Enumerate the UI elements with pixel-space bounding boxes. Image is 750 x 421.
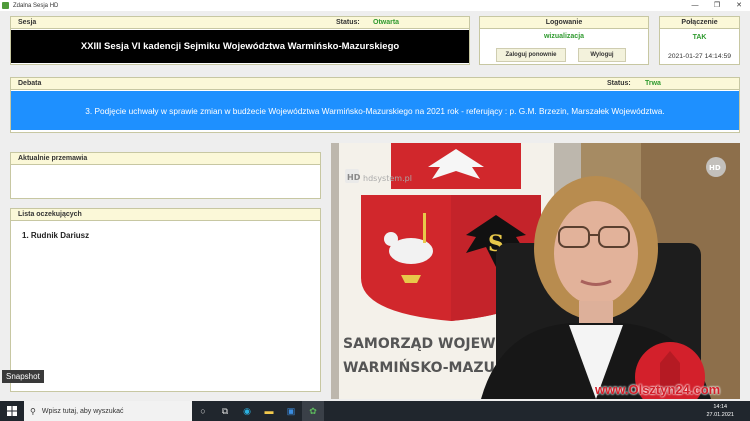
- minimize-button[interactable]: —: [684, 0, 706, 11]
- taskbar-clock[interactable]: 14:14 27.01.2021: [706, 403, 734, 419]
- clock-time: 14:14: [713, 404, 728, 410]
- close-button[interactable]: ✕: [728, 0, 750, 11]
- start-button[interactable]: [0, 401, 24, 421]
- polaczenie-header: Połączenie: [660, 17, 739, 29]
- logowanie-panel: Logowanie wizualizacja Zaloguj ponownie …: [479, 16, 649, 65]
- zdalna-sesja-icon[interactable]: ✿: [302, 401, 324, 421]
- debata-topic: 3. Podjęcie uchwały w sprawie zmian w bu…: [11, 91, 739, 130]
- search-icon: ⚲: [30, 406, 36, 416]
- video-corner-badge: HD: [709, 164, 721, 172]
- lista-panel: Lista oczekujących 1. Rudnik Dariusz: [10, 208, 321, 392]
- sesja-header: Sesja Status: Otwarta: [11, 17, 469, 29]
- taskbar-search[interactable]: ⚲ Wpisz tutaj, aby wyszukać: [24, 401, 192, 421]
- file-explorer-icon[interactable]: ▬: [258, 401, 280, 421]
- task-view-icon[interactable]: ⧉: [214, 401, 236, 421]
- window-title: Zdalna Sesja HD: [13, 2, 59, 9]
- app-main: Sesja Status: Otwarta XXIII Sesja VI kad…: [0, 11, 750, 401]
- debata-panel: Debata Status: Trwa 3. Podjęcie uchwały …: [10, 77, 740, 133]
- banner-text-2: WARMIŃSKO-MAZUR: [343, 358, 506, 376]
- debata-header: Debata Status: Trwa: [11, 78, 739, 90]
- sesja-label: Sesja: [18, 19, 37, 26]
- debata-label: Debata: [18, 80, 42, 87]
- edge-icon[interactable]: ◉: [236, 401, 258, 421]
- banner-text-1: SAMORZĄD WOJEWÓ: [343, 334, 508, 352]
- clock-date: 27.01.2021: [706, 412, 734, 418]
- sesja-panel: Sesja Status: Otwarta XXIII Sesja VI kad…: [10, 16, 470, 65]
- svg-text:HD: HD: [347, 173, 361, 182]
- debata-status-value: Trwa: [645, 80, 661, 87]
- sesja-title: XXIII Sesja VI kadencji Sejmiku Wojewódz…: [11, 30, 469, 63]
- olsztyn24-watermark: www.Olsztyn24.com: [595, 382, 721, 397]
- video-feed: S SAMORZĄD WOJEWÓ WARMIŃSKO-MAZUR HD hds…: [331, 143, 740, 399]
- debata-status-label: Status:: [607, 80, 631, 87]
- relogin-button[interactable]: Zaloguj ponownie: [496, 48, 566, 62]
- sesja-status-value: Otwarta: [373, 19, 400, 26]
- sesja-status-label: Status:: [336, 19, 360, 26]
- app-icon: [2, 2, 9, 9]
- polaczenie-datetime: 2021-01-27 14:14:59: [667, 53, 732, 60]
- maximize-button[interactable]: ❐: [706, 0, 728, 11]
- logowanie-mode: wizualizacja: [543, 33, 585, 40]
- aktualnie-panel: Aktualnie przemawia: [10, 152, 321, 199]
- taskbar: ⚲ Wpisz tutaj, aby wyszukać ○ ⧉ ◉ ▬ ▣ ✿ …: [0, 401, 750, 421]
- search-placeholder: Wpisz tutaj, aby wyszukać: [41, 407, 124, 415]
- cortana-icon[interactable]: ○: [192, 401, 214, 421]
- lista-header: Lista oczekujących: [11, 209, 320, 221]
- window-titlebar: Zdalna Sesja HD — ❐ ✕: [0, 0, 750, 11]
- polaczenie-panel: Połączenie TAK 2021-01-27 14:14:59: [659, 16, 740, 65]
- windows-icon: [7, 406, 17, 416]
- snapshot-label[interactable]: Snapshot: [2, 370, 44, 383]
- logout-button[interactable]: Wyloguj: [578, 48, 626, 62]
- hd-watermark: hdsystem.pl: [363, 174, 412, 183]
- list-item[interactable]: 1. Rudnik Dariusz: [22, 231, 89, 240]
- aktualnie-header: Aktualnie przemawia: [11, 153, 320, 165]
- logowanie-header: Logowanie: [480, 17, 648, 29]
- store-icon[interactable]: ▣: [280, 401, 302, 421]
- polaczenie-value: TAK: [692, 34, 707, 41]
- window-controls: — ❐ ✕: [684, 0, 750, 11]
